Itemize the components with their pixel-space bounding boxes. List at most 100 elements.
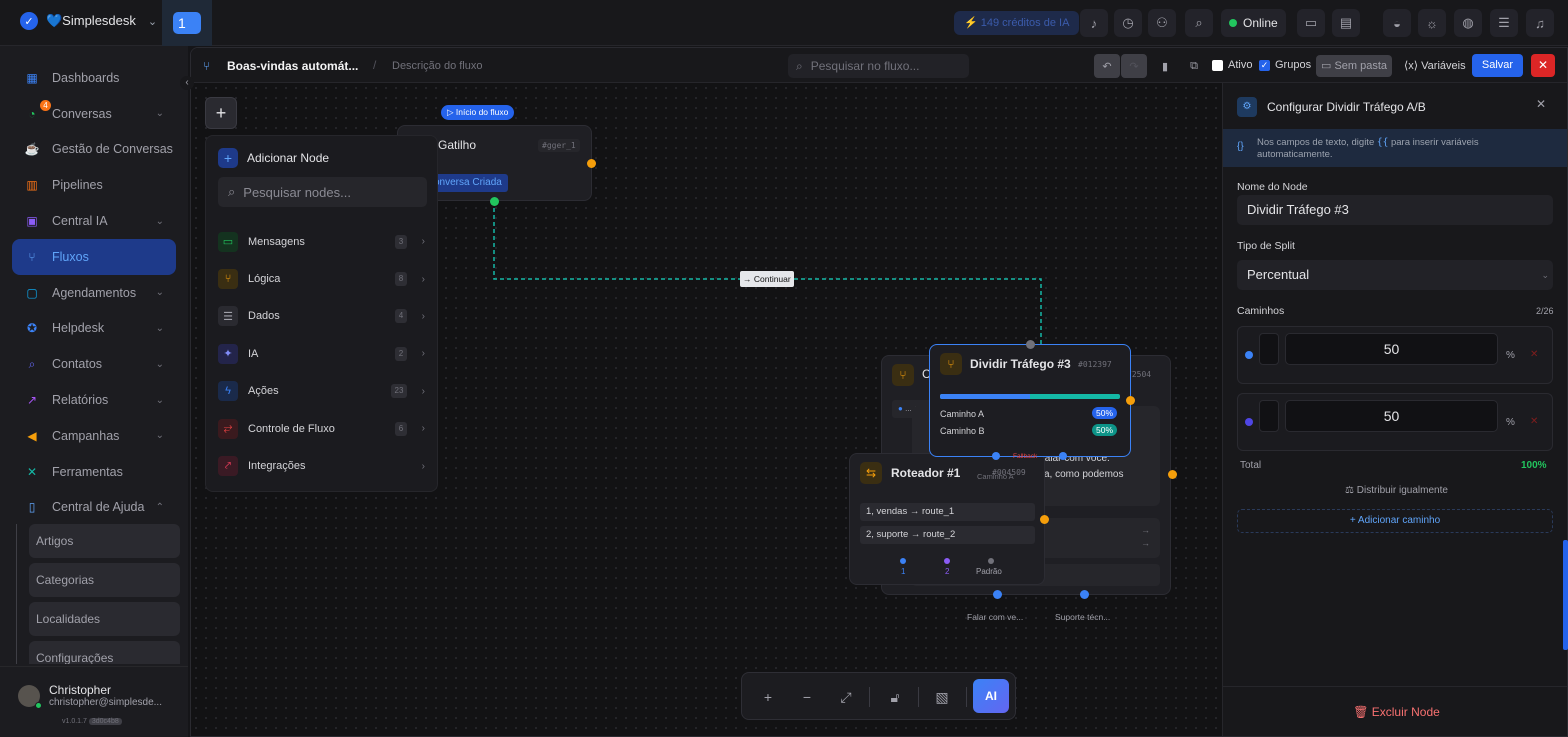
- output-port[interactable]: [1126, 396, 1135, 405]
- remove-path-icon[interactable]: ✕: [1530, 416, 1538, 427]
- workspace-selector[interactable]: ✓ 💙Simplesdesk ⌄: [20, 12, 157, 30]
- path-color-picker[interactable]: [1259, 333, 1279, 365]
- search-icon[interactable]: ⌕: [1185, 9, 1213, 37]
- router-node[interactable]: ⇆ Roteador #1 #004509 1, vendas → route_…: [849, 453, 1049, 585]
- zoom-in-button[interactable]: +: [754, 683, 782, 711]
- output-port-a[interactable]: [992, 452, 1000, 460]
- sidebar-item-ferramentas[interactable]: ✕ Ferramentas: [12, 454, 176, 490]
- output-port[interactable]: [988, 558, 994, 564]
- input-port[interactable]: [1026, 340, 1035, 349]
- groups-toggle[interactable]: ✓ Grupos: [1259, 59, 1311, 71]
- remove-path-icon[interactable]: ✕: [1530, 349, 1538, 360]
- output-port[interactable]: [900, 558, 906, 564]
- dot-icon: ●: [898, 404, 906, 413]
- layout-icon[interactable]: ⧉: [1181, 54, 1207, 78]
- ai-credits-badge[interactable]: ⚡ 149 créditos de IA: [954, 11, 1080, 35]
- zoom-out-button[interactable]: −: [793, 683, 821, 711]
- category-label: IA: [248, 347, 259, 360]
- chat-icon: ◔: [28, 106, 36, 121]
- settings-sliders-icon: ⚙: [1237, 97, 1257, 117]
- flow-title[interactable]: Boas-vindas automát...: [227, 59, 358, 73]
- split-type-select[interactable]: Percentual ⌄: [1237, 260, 1553, 290]
- scrollbar[interactable]: [1563, 540, 1568, 650]
- split-traffic-node[interactable]: ⑂ Dividir Tráfego #3 #012397 Caminho A 5…: [929, 340, 1135, 460]
- folder-button[interactable]: ▭ Sem pasta: [1316, 55, 1393, 77]
- stats-icon[interactable]: ▮: [1152, 54, 1178, 78]
- output-port[interactable]: [1168, 470, 1177, 479]
- sidebar-item-agendamentos[interactable]: ▢ Agendamentos ⌄: [12, 275, 176, 311]
- sidebar-item-relatorios[interactable]: ↗ Relatórios ⌄: [12, 382, 176, 418]
- active-toggle[interactable]: Ativo: [1212, 59, 1252, 71]
- category-logica[interactable]: ⑂ Lógica 8 ›: [218, 260, 427, 297]
- subnav-item-categorias[interactable]: Categorias: [29, 563, 180, 597]
- flow-canvas[interactable]: → Continuar ▷ Início do fluxo Gatilho #g…: [191, 83, 1221, 736]
- redo-button[interactable]: ↷: [1121, 54, 1147, 78]
- mask-icon[interactable]: ◒: [1383, 9, 1411, 37]
- chevron-down-icon: ⌄: [155, 215, 164, 227]
- path-percent-input[interactable]: 50: [1285, 400, 1498, 432]
- category-ia[interactable]: ✦ IA 2 ›: [218, 335, 427, 372]
- inbox-icon[interactable]: ▤: [1332, 9, 1360, 37]
- path-percent-input[interactable]: 50: [1285, 333, 1498, 365]
- add-path-button[interactable]: + Adicionar caminho: [1237, 509, 1553, 533]
- node-search-input[interactable]: ⌕ Pesquisar nodes...: [218, 177, 427, 207]
- output-port[interactable]: [587, 159, 596, 168]
- sidebar-item-conversas[interactable]: ◔ 4 Conversas ⌄: [12, 96, 176, 132]
- variables-button[interactable]: ⟨x⟩ Variáveis: [1404, 59, 1466, 72]
- online-status-button[interactable]: Online: [1221, 9, 1286, 37]
- delete-node-button[interactable]: 🗑︎ Excluir Node: [1223, 686, 1567, 736]
- sidebar-item-gestao-conversas[interactable]: ☕ Gestão de Conversas: [12, 132, 176, 168]
- close-icon[interactable]: ✕: [1536, 97, 1546, 111]
- sun-icon[interactable]: ☼: [1418, 9, 1446, 37]
- sidebar-item-central-ia[interactable]: ▣ Central IA ⌄: [12, 203, 176, 239]
- checklist-icon[interactable]: ☰: [1490, 9, 1518, 37]
- output-port[interactable]: [1080, 590, 1089, 599]
- add-node-button[interactable]: +: [205, 97, 237, 129]
- output-port[interactable]: [1040, 515, 1049, 524]
- category-controle-fluxo[interactable]: ⥂ Controle de Fluxo 6 ›: [218, 410, 427, 447]
- close-editor-button[interactable]: ✕: [1531, 54, 1555, 77]
- category-count: 2: [395, 346, 407, 361]
- ai-assistant-button[interactable]: AI: [973, 679, 1009, 713]
- clock-icon[interactable]: ◷: [1114, 9, 1142, 37]
- flow-description[interactable]: Descrição do fluxo: [392, 60, 483, 72]
- flow-search-input[interactable]: ⌕ Pesquisar no fluxo...: [788, 54, 969, 78]
- message-icon[interactable]: ▭: [1297, 9, 1325, 37]
- node-name-input[interactable]: Dividir Tráfego #3: [1237, 195, 1553, 225]
- sidebar-item-dashboards[interactable]: ▦ Dashboards: [12, 60, 176, 96]
- output-port-b[interactable]: [1059, 452, 1067, 460]
- output-port[interactable]: [993, 590, 1002, 599]
- sidebar-item-contatos[interactable]: ⌕ Contatos ⌄: [12, 346, 176, 382]
- sidebar-item-pipelines[interactable]: ▥ Pipelines: [12, 167, 176, 203]
- category-dados[interactable]: ☰ Dados 4 ›: [218, 298, 427, 335]
- subnav-item-artigos[interactable]: Artigos: [29, 524, 180, 558]
- users-icon[interactable]: ⚇: [1148, 9, 1176, 37]
- subnav-item-localidades[interactable]: Localidades: [29, 602, 180, 636]
- fit-view-button[interactable]: ⤢: [832, 683, 860, 711]
- globe-icon[interactable]: ◍: [1454, 9, 1482, 37]
- search-placeholder: Pesquisar nodes...: [243, 184, 351, 200]
- sidebar-item-campanhas[interactable]: ◀ Campanhas ⌄: [12, 418, 176, 454]
- category-integracoes[interactable]: ⤤ Integrações ›: [218, 447, 427, 484]
- category-count: 23: [391, 384, 407, 399]
- user-profile[interactable]: Christopher christopher@simplesde... v1.…: [0, 666, 188, 737]
- help-center-subnav: Artigos Categorias Localidades Configura…: [16, 524, 180, 664]
- category-mensagens[interactable]: ▭ Mensagens 3 ›: [218, 223, 427, 260]
- path-color-picker[interactable]: [1259, 400, 1279, 432]
- lock-button[interactable]: 🔓︎: [881, 683, 909, 711]
- subnav-item-configuracoes[interactable]: Configurações: [29, 641, 180, 664]
- category-acoes[interactable]: ϟ Ações 23 ›: [218, 373, 427, 410]
- sidebar-item-helpdesk[interactable]: ✪ Helpdesk ⌄: [12, 311, 176, 347]
- save-button[interactable]: Salvar: [1472, 54, 1523, 77]
- ai-brain-icon[interactable]: ♪: [1080, 9, 1108, 37]
- note-button[interactable]: ▧: [928, 683, 956, 711]
- sidebar-item-fluxos[interactable]: ⑂ Fluxos: [12, 238, 176, 275]
- workspace-tab[interactable]: 1: [162, 0, 212, 46]
- distribute-equally-button[interactable]: ⚖ Distribuir igualmente: [1223, 485, 1567, 496]
- undo-button[interactable]: ↶: [1094, 54, 1120, 78]
- collapse-sidebar-button[interactable]: ‹: [180, 76, 194, 90]
- output-port[interactable]: [944, 558, 950, 564]
- output-port[interactable]: [490, 197, 499, 206]
- sidebar-item-central-ajuda[interactable]: ▯ Central de Ajuda ⌃: [12, 490, 176, 526]
- bell-icon[interactable]: ♫: [1526, 9, 1554, 37]
